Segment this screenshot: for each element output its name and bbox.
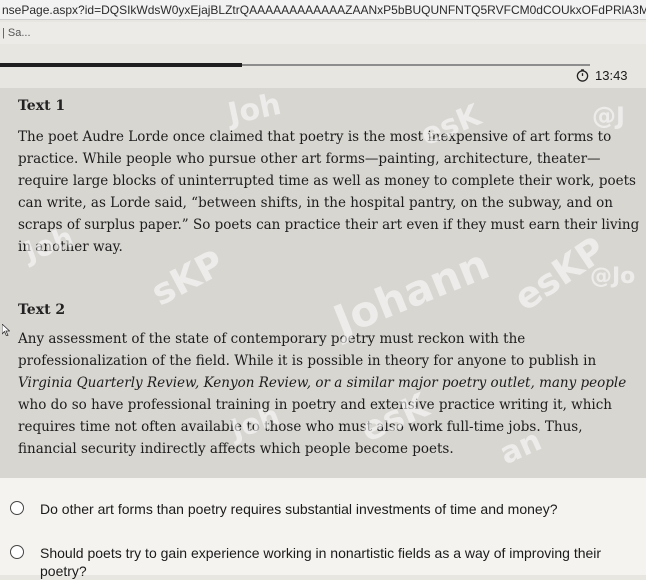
passage-photo: Text 1 The poet Audre Lorde once claimed… bbox=[0, 87, 646, 478]
text2-line: who do so have professional training in … bbox=[18, 397, 613, 413]
text2-heading: Text 2 bbox=[18, 302, 66, 318]
tab-title[interactable]: | Sa... bbox=[0, 22, 646, 44]
text1-heading: Text 1 bbox=[18, 98, 66, 114]
option-label: Do other art forms than poetry requires … bbox=[40, 501, 558, 517]
cursor-icon bbox=[2, 324, 10, 336]
text2-line: requires time not often available to tho… bbox=[18, 419, 583, 435]
text1-line: require large blocks of uninterrupted ti… bbox=[18, 173, 636, 189]
timer-value: 13:43 bbox=[595, 67, 628, 83]
radio-button[interactable] bbox=[10, 501, 24, 515]
text2-line: Any assessment of the state of contempor… bbox=[18, 331, 526, 347]
text2-line: financial security indirectly affects wh… bbox=[18, 441, 454, 457]
text2-line: professionalization of the field. While … bbox=[18, 353, 597, 369]
text1-line: The poet Audre Lorde once claimed that p… bbox=[18, 129, 612, 145]
answer-options: Do other art forms than poetry requires … bbox=[0, 478, 646, 579]
address-bar[interactable]: nsePage.aspx?id=DQSIkWdsW0yxEjajBLZtrQAA… bbox=[0, 0, 646, 20]
answer-option-a[interactable]: Do other art forms than poetry requires … bbox=[10, 500, 640, 518]
clock-icon bbox=[576, 68, 589, 82]
text1-line: can write, as Lorde said, “between shift… bbox=[18, 195, 613, 211]
text2-paragraph: Any assessment of the state of contempor… bbox=[18, 328, 646, 460]
text1-line: practice. While people who pursue other … bbox=[18, 151, 601, 167]
text1-line: scraps of surplus paper.” So poets can p… bbox=[18, 217, 640, 233]
text1-paragraph: The poet Audre Lorde once claimed that p… bbox=[18, 126, 646, 258]
text1-line: in another way. bbox=[18, 239, 123, 255]
progress-bar bbox=[0, 63, 242, 67]
watermark-text: @Jo bbox=[590, 264, 636, 289]
radio-button[interactable] bbox=[10, 545, 24, 559]
timer: 13:43 bbox=[576, 66, 628, 84]
text2-line: Virginia Quarterly Review, Kenyon Review… bbox=[18, 375, 627, 391]
